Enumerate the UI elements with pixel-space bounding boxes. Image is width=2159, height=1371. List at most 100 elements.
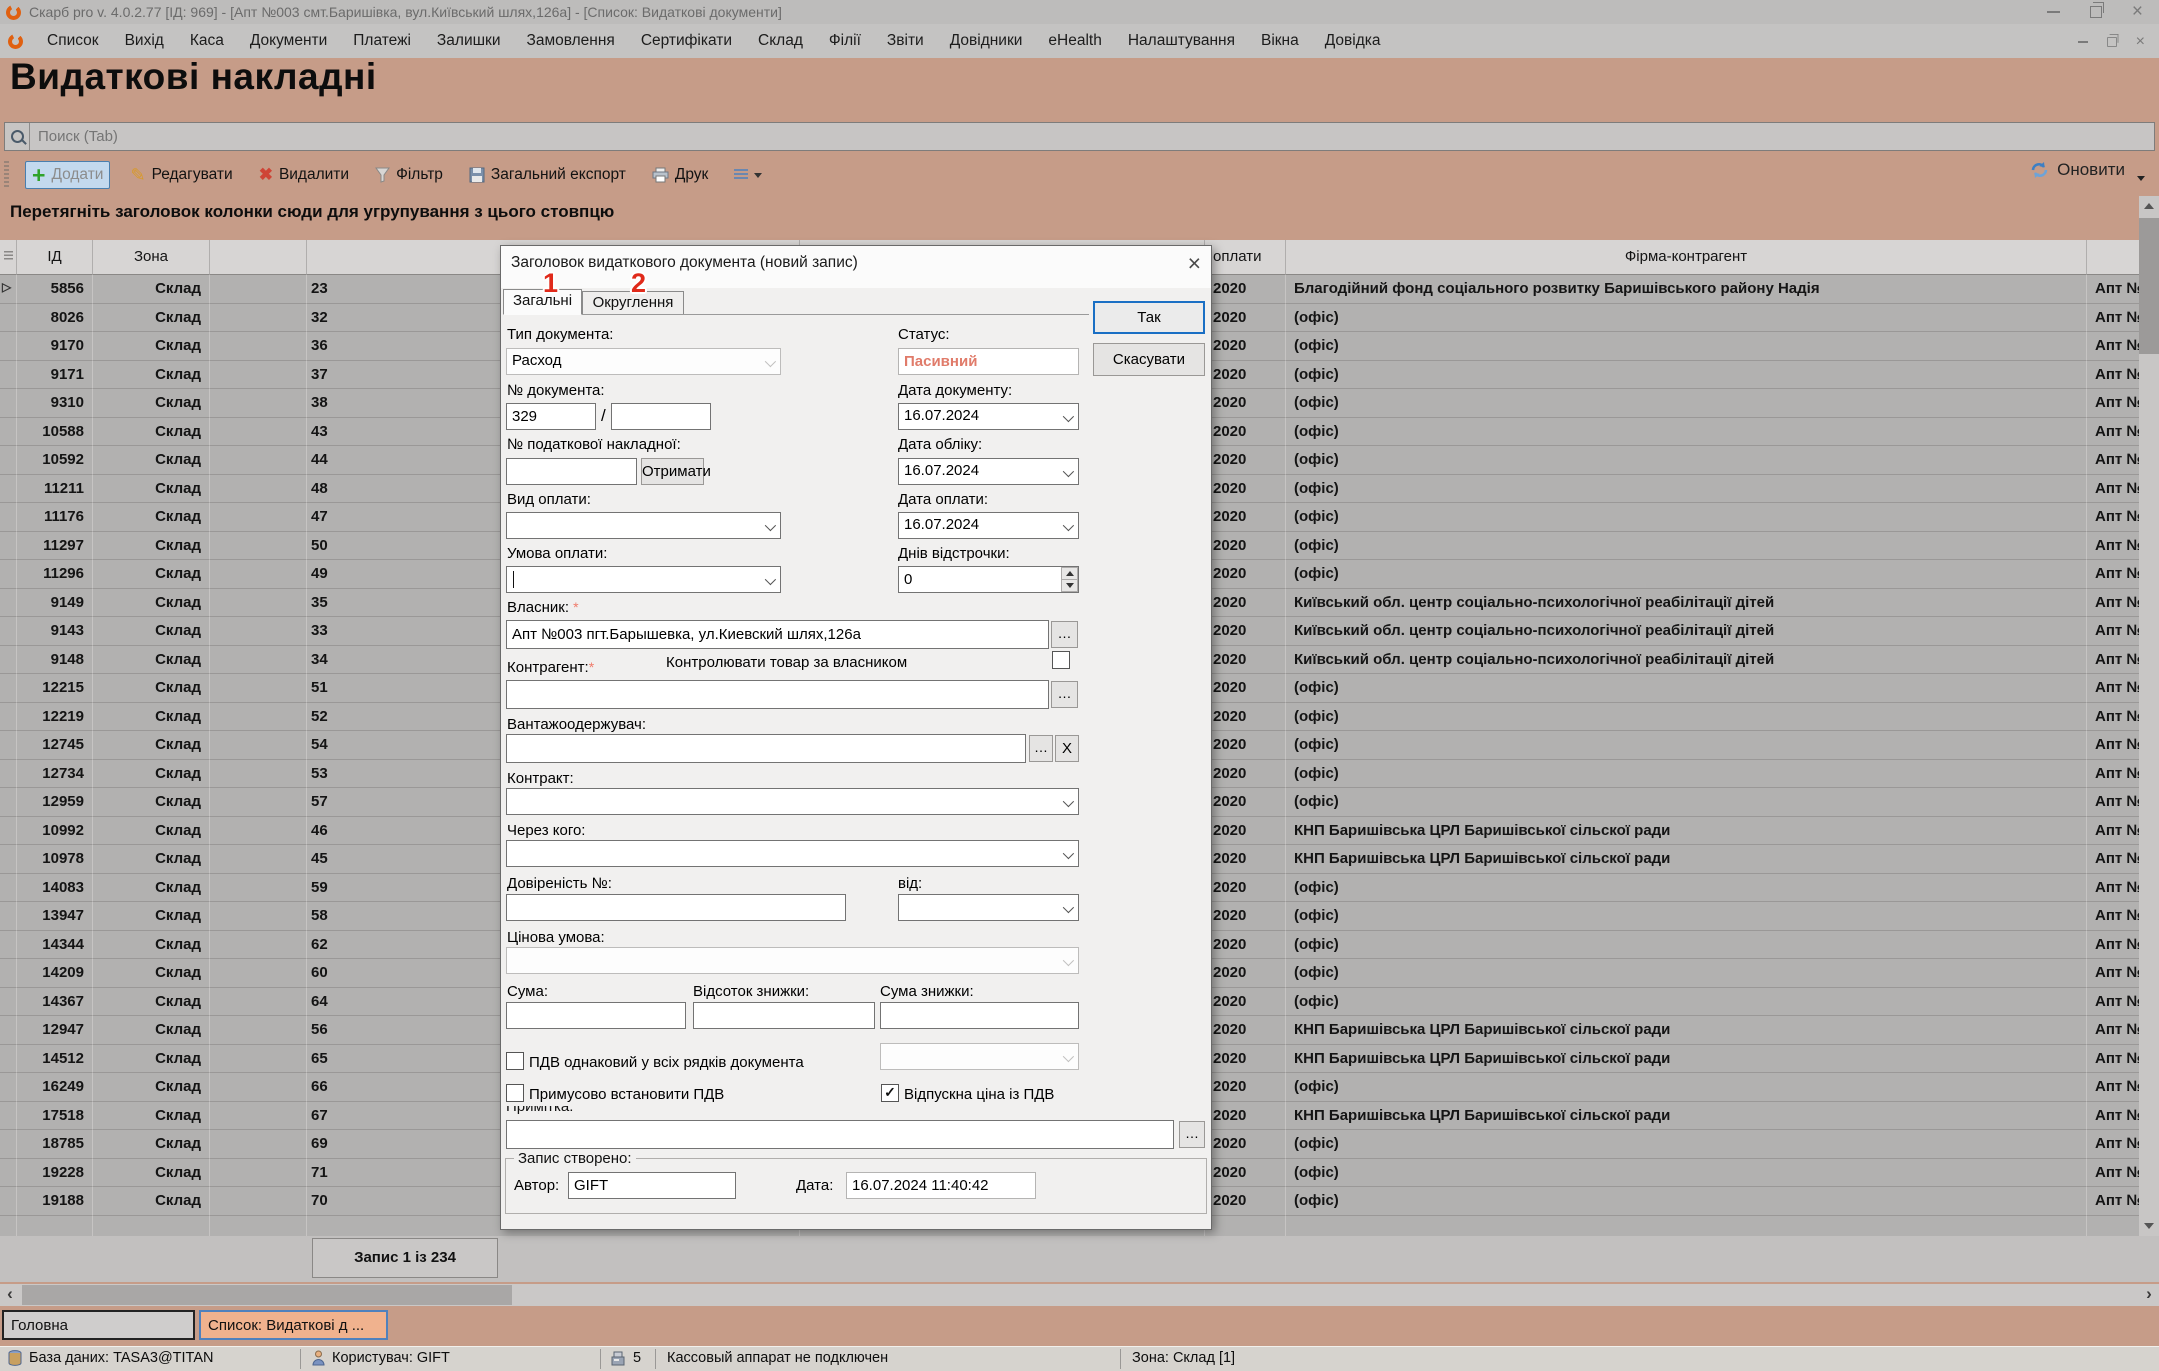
menu-item-10[interactable]: Філії: [829, 32, 861, 50]
vat-same-checkbox[interactable]: [506, 1052, 524, 1070]
row-selector[interactable]: [0, 332, 17, 361]
scroll-up-icon[interactable]: [2139, 196, 2159, 216]
menu-item-15[interactable]: Вікна: [1261, 32, 1299, 50]
menu-item-7[interactable]: Замовлення: [526, 32, 614, 50]
hscroll-thumb[interactable]: [22, 1285, 512, 1305]
doc-no-input[interactable]: [506, 403, 596, 430]
menu-item-1[interactable]: Список: [47, 32, 99, 50]
scroll-left-icon[interactable]: ‹: [0, 1284, 20, 1306]
discount-sum-input[interactable]: [880, 1002, 1079, 1029]
export-button[interactable]: Загальний експорт: [463, 162, 632, 188]
row-selector[interactable]: [0, 731, 17, 760]
consignee-input[interactable]: [506, 734, 1026, 763]
menu-item-6[interactable]: Залишки: [437, 32, 501, 50]
note-browse-button[interactable]: …: [1179, 1121, 1205, 1148]
scroll-right-icon[interactable]: ›: [2139, 1284, 2159, 1306]
row-selector[interactable]: [0, 874, 17, 903]
row-selector[interactable]: [0, 475, 17, 504]
row-selector[interactable]: [0, 1073, 17, 1102]
contractor-input[interactable]: [506, 680, 1049, 709]
filter-button[interactable]: Фільтр: [369, 162, 449, 188]
account-date-picker[interactable]: 16.07.2024: [898, 458, 1079, 485]
column-header-pay[interactable]: оплати: [1205, 240, 1286, 275]
contract-combo[interactable]: [506, 788, 1079, 815]
pay-term-combo[interactable]: [506, 566, 781, 593]
menu-item-11[interactable]: Звіти: [887, 32, 924, 50]
print-button[interactable]: Друк: [646, 162, 714, 188]
row-selector[interactable]: [0, 1045, 17, 1074]
refresh-button[interactable]: Оновити: [2030, 160, 2125, 180]
row-selector[interactable]: [0, 589, 17, 618]
column-header-zone[interactable]: Зона: [93, 240, 210, 275]
menu-item-9[interactable]: Склад: [758, 32, 803, 50]
tab-home[interactable]: Головна: [2, 1310, 195, 1340]
consignee-browse-button[interactable]: …: [1029, 735, 1053, 762]
scroll-down-icon[interactable]: [2139, 1216, 2159, 1236]
horizontal-scrollbar[interactable]: ‹ ›: [0, 1284, 2159, 1306]
proxy-input[interactable]: [506, 894, 846, 921]
from-date-combo[interactable]: [898, 894, 1079, 921]
vat-rate-combo[interactable]: [880, 1043, 1079, 1070]
delete-button[interactable]: ✖ Видалити: [253, 161, 355, 189]
row-selector[interactable]: [0, 646, 17, 675]
doc-date-picker[interactable]: 16.07.2024: [898, 403, 1079, 430]
column-header-blank[interactable]: [210, 240, 307, 275]
control-by-owner-checkbox[interactable]: [1052, 651, 1070, 669]
row-selector[interactable]: [0, 503, 17, 532]
get-button[interactable]: Отримати: [641, 458, 704, 485]
row-selector[interactable]: [0, 788, 17, 817]
row-selector[interactable]: [0, 304, 17, 333]
search-input[interactable]: [30, 127, 2154, 146]
cancel-button[interactable]: Скасувати: [1093, 343, 1205, 376]
row-selector[interactable]: [0, 703, 17, 732]
row-selector[interactable]: [0, 845, 17, 874]
menu-item-5[interactable]: Платежі: [353, 32, 411, 50]
row-selector[interactable]: [0, 988, 17, 1017]
row-selector[interactable]: [0, 931, 17, 960]
refresh-chevron-icon[interactable]: [2137, 176, 2145, 181]
row-selector[interactable]: [0, 1130, 17, 1159]
mdi-close-icon[interactable]: ×: [2136, 37, 2145, 47]
delay-days-input[interactable]: [898, 566, 1079, 593]
menu-item-14[interactable]: Налаштування: [1128, 32, 1235, 50]
edit-button[interactable]: ✎ Редагувати: [124, 161, 238, 190]
tax-no-input[interactable]: [506, 458, 637, 485]
via-whom-combo[interactable]: [506, 840, 1079, 867]
ok-button[interactable]: Так: [1093, 301, 1205, 334]
row-selector[interactable]: [0, 1102, 17, 1131]
mdi-restore-icon[interactable]: [2107, 37, 2117, 47]
menu-item-16[interactable]: Довідка: [1325, 32, 1381, 50]
menu-item-4[interactable]: Документи: [250, 32, 327, 50]
row-selector[interactable]: [0, 760, 17, 789]
row-selector[interactable]: [0, 560, 17, 589]
row-selector[interactable]: [0, 418, 17, 447]
owner-browse-button[interactable]: …: [1051, 621, 1078, 648]
column-header-id[interactable]: ІД: [17, 240, 93, 275]
pay-date-picker[interactable]: 16.07.2024: [898, 512, 1079, 539]
pay-kind-combo[interactable]: [506, 512, 781, 539]
row-selector[interactable]: [0, 361, 17, 390]
row-selector[interactable]: [0, 446, 17, 475]
note-input[interactable]: [506, 1120, 1174, 1149]
row-selector[interactable]: [0, 532, 17, 561]
minimize-icon[interactable]: [2047, 11, 2060, 13]
dialog-close-icon[interactable]: ×: [1188, 250, 1201, 277]
menu-item-2[interactable]: Вихід: [125, 32, 164, 50]
view-list-button[interactable]: [728, 165, 768, 185]
menu-item-13[interactable]: eHealth: [1048, 32, 1101, 50]
menu-item-8[interactable]: Сертифікати: [641, 32, 732, 50]
spin-down-button[interactable]: [1061, 579, 1078, 592]
row-selector[interactable]: ▷: [0, 275, 17, 304]
restore-icon[interactable]: [2090, 6, 2102, 18]
vat-price-checkbox[interactable]: ✓: [881, 1084, 899, 1102]
menu-item-3[interactable]: Каса: [190, 32, 224, 50]
owner-input[interactable]: [506, 620, 1049, 649]
consignee-clear-button[interactable]: X: [1055, 735, 1079, 762]
vertical-scrollbar[interactable]: [2139, 196, 2159, 1236]
column-header-firm[interactable]: Фірма-контрагент: [1286, 240, 2087, 275]
menu-item-12[interactable]: Довідники: [950, 32, 1023, 50]
sum-input[interactable]: [506, 1002, 686, 1029]
discount-pct-input[interactable]: [693, 1002, 875, 1029]
tab-list-active[interactable]: Список: Видаткові д ...: [199, 1310, 388, 1340]
add-button[interactable]: + Додати: [25, 161, 110, 189]
